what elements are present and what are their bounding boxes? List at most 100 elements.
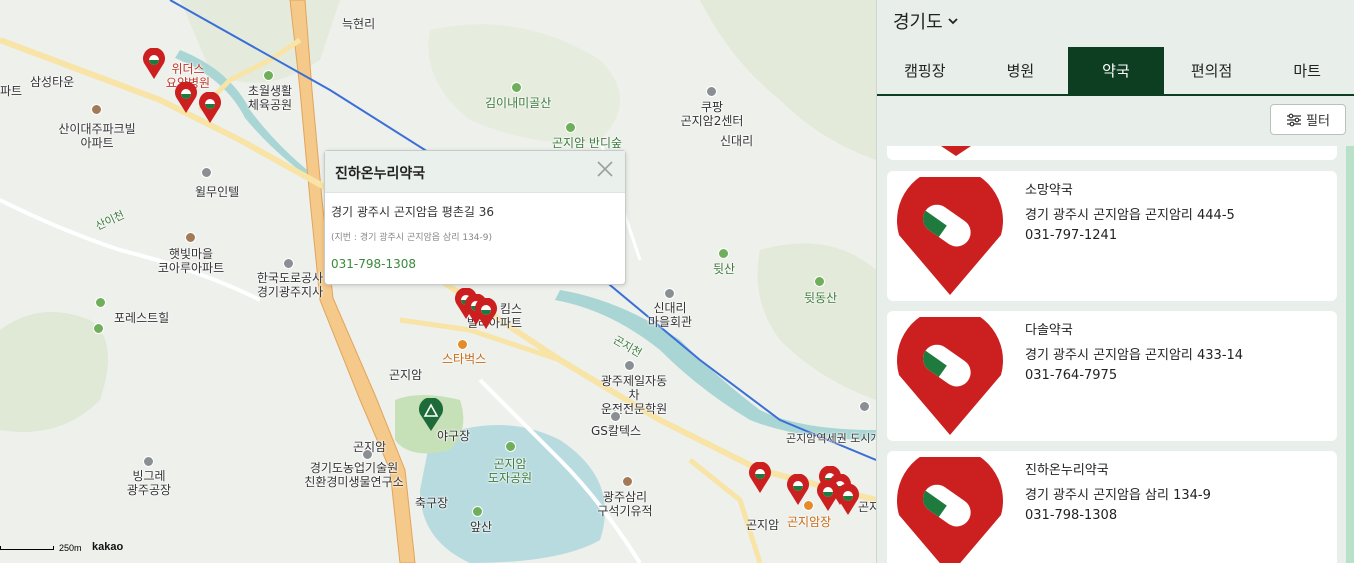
tab-camping[interactable]: 캠핑장 <box>877 47 973 94</box>
gas-station-icon <box>610 411 621 422</box>
close-icon[interactable] <box>595 159 615 179</box>
app-root: 늑현리 삼성타운 파트 위더스 요양병원 초월생활 체육공원 산이대주파크빌 아… <box>0 0 1354 563</box>
list-item-address: 경기 광주시 곤지암읍 곤지암리 433-14 <box>1025 348 1244 363</box>
tab-mart[interactable]: 마트 <box>1259 47 1354 94</box>
map-label-pa: 파트 <box>0 84 23 98</box>
tab-pharmacy[interactable]: 약국 <box>1068 47 1164 94</box>
mountain-icon <box>718 248 729 259</box>
place-popup: 진하온누리약국 경기 광주시 곤지암읍 평촌길 36 (지번 : 경기 광주시 … <box>324 150 626 285</box>
building-icon <box>283 258 294 269</box>
factory-icon <box>143 456 154 467</box>
map-label-bingre: 빙그레 광주공장 <box>126 469 172 497</box>
pharmacy-pin[interactable] <box>836 483 860 516</box>
map-label-gonjiam-station: 곤지암역세권 도시개 <box>786 432 876 445</box>
mountain-icon <box>565 122 576 133</box>
cafe-icon <box>457 339 468 350</box>
map-label-dwitsan: 뒷산 <box>713 262 736 276</box>
map-label-gimine: 김이내미골산 <box>485 96 552 110</box>
mountain-icon <box>814 276 825 287</box>
map-label-gonjiam-bandi: 곤지암 반디숲 <box>552 136 623 150</box>
warehouse-icon <box>706 86 717 97</box>
park-icon <box>505 441 516 452</box>
list-item-name: 다솔약국 <box>1025 323 1073 338</box>
map-label-coupang: 쿠팡 곤지암2센터 <box>680 100 744 128</box>
list-item-tel[interactable]: 031-764-7975 <box>1025 368 1117 383</box>
pharmacy-pin[interactable] <box>474 297 498 330</box>
scale-bar <box>0 546 54 550</box>
apartment-icon <box>185 232 196 243</box>
map-label-neukhyeon: 늑현리 <box>342 17 376 31</box>
map-label-gyeonggi-agri: 경기도농업기술원 친환경미생물연구소 <box>304 461 404 489</box>
tab-convenience-store[interactable]: 편의점 <box>1164 47 1260 94</box>
pharmacy-pin[interactable] <box>786 473 810 506</box>
map-label-hangukdoro: 한국도로공사 경기광주지사 <box>256 271 324 299</box>
region-label: 경기도 <box>893 12 943 33</box>
building-icon <box>664 288 675 299</box>
mountain-icon <box>511 82 522 93</box>
park-icon <box>263 70 274 81</box>
list-item[interactable]: 소망약국 경기 광주시 곤지암읍 곤지암리 444-5 031-797-1241 <box>887 171 1337 301</box>
list-item-address: 경기 광주시 곤지암읍 삼리 134-9 <box>1025 488 1211 503</box>
chevron-down-icon <box>948 18 958 25</box>
map-label-haetbit: 햇빛마을 코아루아파트 <box>157 247 225 275</box>
list-item-tel[interactable]: 031-798-1308 <box>1025 508 1117 523</box>
pharmacy-pin[interactable] <box>748 461 772 494</box>
map-label-gonji: 곤지 <box>858 500 876 514</box>
mountain-icon <box>472 506 483 517</box>
map-label-samseong: 삼성타운 <box>30 75 75 89</box>
map-label-sindae-hall: 신대리 마을회관 <box>647 301 693 329</box>
pharmacy-pin-icon <box>897 177 1003 295</box>
map-view[interactable]: 늑현리 삼성타운 파트 위더스 요양병원 초월생활 체육공원 산이대주파크빌 아… <box>0 0 876 563</box>
map-label-gonjiam2: 곤지암 <box>746 518 780 532</box>
camping-marker-icon[interactable] <box>418 398 444 432</box>
map-label-jeil: 광주제일자동차 운전전문학원 <box>600 374 668 416</box>
map-label-gonjiam-tg: 곤지암 <box>389 368 423 382</box>
mountain-icon <box>93 323 104 334</box>
pharmacy-pin-icon <box>897 457 1003 563</box>
category-tabs: 캠핑장 병원 약국 편의점 마트 <box>877 47 1354 96</box>
map-label-sindae: 신대리 <box>720 134 754 148</box>
map-label-starbucks: 스타벅스 <box>442 352 487 366</box>
map-label-gs: GS칼텍스 <box>591 424 642 438</box>
scale-distance: 250m <box>59 543 82 553</box>
pharmacy-pin[interactable] <box>174 81 198 114</box>
map-label-gonjiam-market: 곤지암장 <box>787 515 832 529</box>
kakao-logo: kakao <box>92 541 124 553</box>
pharmacy-pin-icon <box>897 317 1003 435</box>
apartment-icon <box>91 104 102 115</box>
popup-tel[interactable]: 031-798-1308 <box>331 257 416 271</box>
popup-address: 경기 광주시 곤지암읍 평촌길 36 <box>331 205 495 219</box>
school-icon <box>624 360 635 371</box>
map-label-gonjiam-park: 곤지암 도자공원 <box>487 457 533 485</box>
map-label-sansamni: 광주삼리 구석기유적 <box>597 490 653 518</box>
map-label-dwitdongsan: 뒷동산 <box>804 291 838 305</box>
list-item-address: 경기 광주시 곤지암읍 곤지암리 444-5 <box>1025 208 1235 223</box>
pharmacy-list[interactable]: 소망약국 경기 광주시 곤지암읍 곤지암리 444-5 031-797-1241… <box>877 146 1354 563</box>
building-icon <box>362 449 373 460</box>
list-item[interactable]: 진하온누리약국 경기 광주시 곤지암읍 삼리 134-9 031-798-130… <box>887 451 1337 563</box>
map-label-chukgujang: 축구장 <box>415 496 449 510</box>
pharmacy-pin[interactable] <box>142 47 166 80</box>
map-label-forest: 포레스트힐 <box>114 311 170 325</box>
mountain-icon <box>95 297 106 308</box>
building-icon <box>859 401 870 412</box>
filter-label: 필터 <box>1306 114 1330 129</box>
map-label-chowol: 초월생활 체육공원 <box>247 84 293 112</box>
list-item-tel[interactable]: 031-797-1241 <box>1025 228 1117 243</box>
list-item-name: 진하온누리약국 <box>1025 463 1109 478</box>
region-selector[interactable]: 경기도 <box>893 8 959 34</box>
filter-button[interactable]: 필터 <box>1270 104 1346 135</box>
popup-jibun: (지번 : 경기 광주시 곤지암읍 삼리 134-9) <box>331 233 493 243</box>
heritage-icon <box>622 476 633 487</box>
map-label-sanidae: 산이대주파크빌 아파트 <box>58 122 136 150</box>
list-item-name: 소망약국 <box>1025 183 1073 198</box>
popup-title: 진하온누리약국 <box>325 151 625 193</box>
list-item[interactable]: 다솔약국 경기 광주시 곤지암읍 곤지암리 433-14 031-764-797… <box>887 311 1337 441</box>
side-panel: 경기도 캠핑장 병원 약국 편의점 마트 필터 소망약국 경기 광주시 곤지암읍… <box>876 0 1354 563</box>
building-icon <box>201 167 212 178</box>
sliders-icon <box>1287 113 1302 126</box>
map-label-apsan: 앞산 <box>470 520 493 534</box>
map-label-walmu: 윌무인텔 <box>195 185 240 199</box>
pharmacy-pin[interactable] <box>198 91 222 124</box>
tab-hospital[interactable]: 병원 <box>973 47 1069 94</box>
